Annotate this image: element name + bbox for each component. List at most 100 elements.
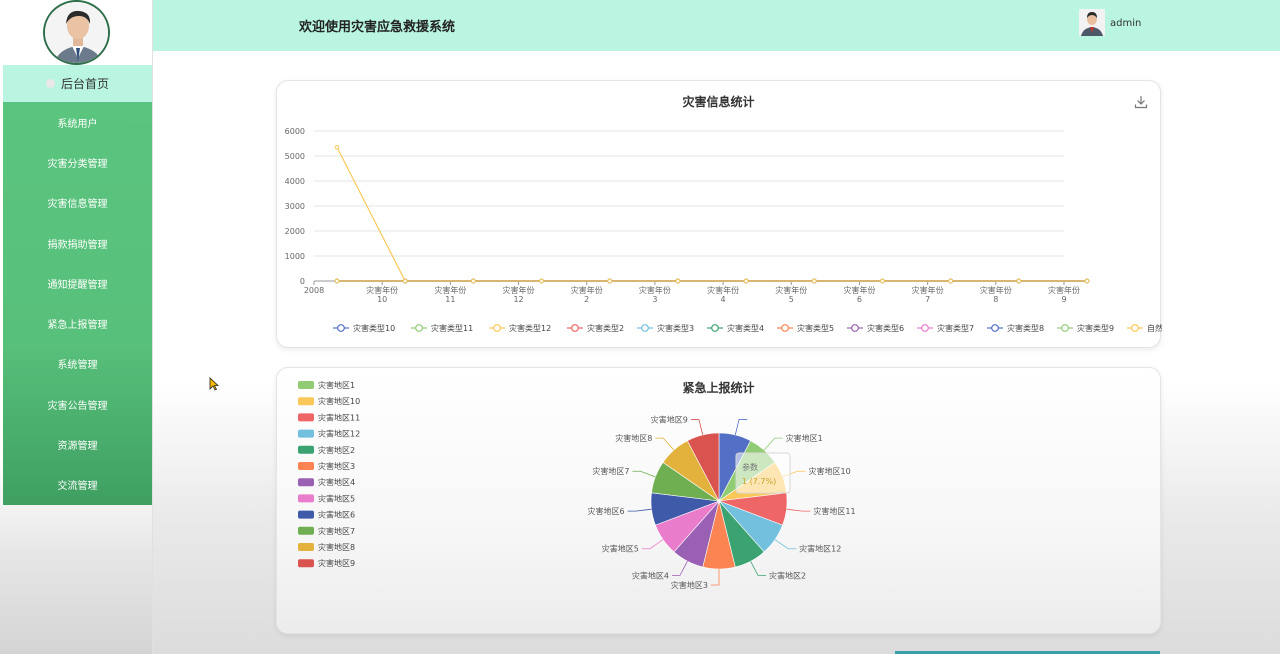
legend-item: 灾害类型5 xyxy=(777,323,834,333)
x-tick-label: 7 xyxy=(925,295,930,304)
x-tick-label: 9 xyxy=(1061,295,1066,304)
legend-item: 灾害地区4 xyxy=(298,477,355,487)
x-tick-label: 灾害年份 xyxy=(980,285,1012,295)
legend-item: 灾害类型2 xyxy=(567,323,624,333)
sidebar-item-home[interactable]: 后台首页 xyxy=(3,65,152,102)
legend-swatch xyxy=(298,397,314,406)
x-tick-label: 灾害年份 xyxy=(366,285,398,295)
legend-item: 灾害地区9 xyxy=(298,558,355,568)
sidebar-menu: 系统用户 灾害分类管理 灾害信息管理 捐款捐助管理 通知提醒管理 紧急上报管理 … xyxy=(3,102,152,505)
legend-item: 灾害地区2 xyxy=(298,445,355,455)
pie-slice-label: 灾害地区8 xyxy=(615,433,652,443)
pie-slice-label: 灾害地区10 xyxy=(809,466,851,476)
tooltip-box xyxy=(735,452,791,494)
legend-swatch-marker xyxy=(641,324,649,332)
y-tick-label: 2000 xyxy=(285,227,305,236)
x-tick-label: 灾害年份 xyxy=(775,285,807,295)
pie-leader-line xyxy=(750,561,767,576)
x-tick-label: 灾害年份 xyxy=(843,285,875,295)
legend-label: 灾害类型12 xyxy=(509,323,551,333)
line-chart: 60005000400030002000100002008 灾害年份10灾害年份1… xyxy=(285,127,1162,333)
legend-swatch-marker xyxy=(571,324,579,332)
legend-item: 灾害类型8 xyxy=(987,323,1044,333)
sidebar-item-resources[interactable]: 资源管理 xyxy=(3,424,152,464)
data-point xyxy=(675,278,681,284)
sidebar-item-donations[interactable]: 捐款捐助管理 xyxy=(3,223,152,263)
legend-label: 灾害类型2 xyxy=(587,323,624,333)
legend-item: 灾害地区12 xyxy=(298,429,360,439)
data-point xyxy=(743,278,749,284)
pie-leader-line xyxy=(627,508,652,512)
legend-item: 灾害地区8 xyxy=(298,542,355,552)
legend-item: 灾害地区7 xyxy=(298,526,355,536)
data-point xyxy=(607,278,613,284)
pie-leader-line xyxy=(774,539,797,550)
pie-leader-line xyxy=(632,470,656,478)
data-point xyxy=(334,144,340,150)
legend-swatch xyxy=(298,526,314,535)
sidebar-item-emergency-reports[interactable]: 紧急上报管理 xyxy=(3,303,152,343)
legend-label: 灾害地区12 xyxy=(318,429,360,439)
y-tick-label: 6000 xyxy=(285,127,305,136)
legend-swatch-marker xyxy=(337,324,345,332)
legend-item: 灾害类型4 xyxy=(707,323,764,333)
legend-item: 灾害类型6 xyxy=(847,323,904,333)
x-tick-label: 灾害年份 xyxy=(1048,285,1080,295)
legend-swatch xyxy=(298,429,314,438)
sidebar-item-disaster-category[interactable]: 灾害分类管理 xyxy=(3,142,152,182)
y-tick-label: 3000 xyxy=(285,202,305,211)
legend-label: 灾害类型6 xyxy=(867,323,904,333)
legend-label: 灾害地区10 xyxy=(318,396,360,406)
legend-item: 灾害地区6 xyxy=(298,510,355,520)
legend-label: 灾害类型11 xyxy=(431,323,473,333)
username-label[interactable]: admin xyxy=(1110,18,1141,29)
legend-swatch-marker xyxy=(493,324,501,332)
pie-slice-label: 灾害地区4 xyxy=(632,570,669,580)
legend-label: 灾害地区11 xyxy=(318,412,360,422)
pie-slice-label: 灾害地区6 xyxy=(588,506,625,516)
sidebar-item-notifications[interactable]: 通知提醒管理 xyxy=(3,263,152,303)
series-11 xyxy=(334,278,1090,284)
x-tick-label: 10 xyxy=(377,295,387,304)
legend-swatch xyxy=(298,413,314,422)
legend-swatch xyxy=(298,462,314,470)
y-tick-label: 0 xyxy=(300,277,305,286)
pie-slice-label: 灾害地区9 xyxy=(651,414,688,424)
tooltip-title: 参数 xyxy=(742,462,758,472)
sidebar-item-system-management[interactable]: 系统管理 xyxy=(3,344,152,384)
pie-chart: 灾害地区1 灾害地区10 灾害地区11 灾害地区12 灾害地区2 灾害地区3 灾害地区4 灾害… xyxy=(298,380,856,590)
pie-leader-line xyxy=(763,437,783,451)
x-tick-label: 灾害年份 xyxy=(503,285,535,295)
user-avatar[interactable] xyxy=(1079,9,1105,36)
pie-slice-label: 灾害地区2 xyxy=(769,570,806,580)
x-tick-label: 灾害年份 xyxy=(639,285,671,295)
y-tick-label: 5000 xyxy=(285,152,305,161)
sidebar-item-announcements[interactable]: 灾害公告管理 xyxy=(3,384,152,424)
legend-item: 灾害地区11 xyxy=(298,412,360,422)
legend-item: 灾害地区1 xyxy=(298,380,355,390)
x-tick-label: 11 xyxy=(445,295,455,304)
legend-label: 灾害地区6 xyxy=(318,510,355,520)
x-tick-label: 8 xyxy=(993,295,998,304)
sidebar-item-disaster-info[interactable]: 灾害信息管理 xyxy=(3,183,152,223)
data-point xyxy=(1016,278,1022,284)
legend-swatch xyxy=(298,543,314,551)
legend-label: 灾害类型5 xyxy=(797,323,834,333)
top-header: 欢迎使用灾害应急救援系统 admin xyxy=(153,0,1280,51)
sidebar: 后台首页 系统用户 灾害分类管理 灾害信息管理 捐款捐助管理 通知提醒管理 紧急… xyxy=(0,0,153,654)
sidebar-item-system-users[interactable]: 系统用户 xyxy=(3,102,152,142)
sidebar-item-communication[interactable]: 交流管理 xyxy=(3,465,152,505)
legend-label: 灾害地区2 xyxy=(318,445,355,455)
legend-swatch-marker xyxy=(415,324,423,332)
legend-swatch xyxy=(298,445,314,454)
legend-label: 灾害地区3 xyxy=(318,461,355,471)
pie-slice-label: 灾害地区12 xyxy=(799,544,841,554)
pie-leader-line xyxy=(711,569,720,586)
data-point xyxy=(471,278,476,284)
legend-item: 灾害类型3 xyxy=(637,323,694,333)
y-tick-label: 1000 xyxy=(285,252,305,261)
pie-leader-line xyxy=(641,539,664,550)
legend-item: 灾害类型10 xyxy=(333,323,395,333)
data-point xyxy=(402,278,408,284)
legend-label: 灾害类型8 xyxy=(1007,323,1044,333)
